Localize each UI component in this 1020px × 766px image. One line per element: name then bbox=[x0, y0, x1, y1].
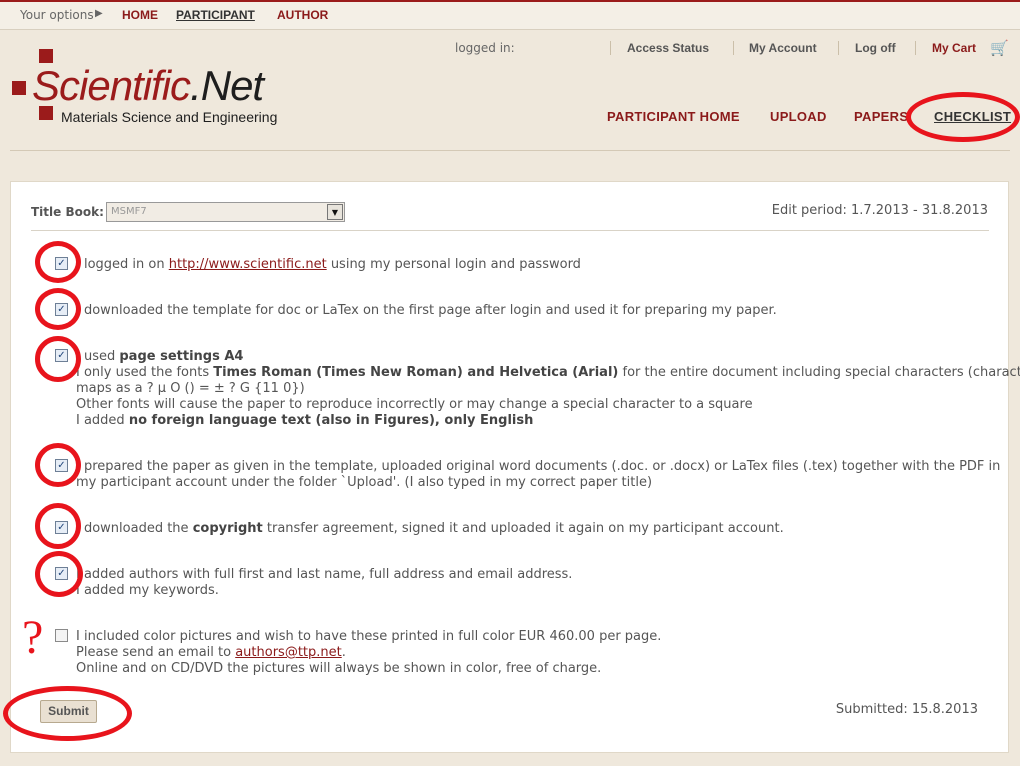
scientific-net-link[interactable]: http://www.scientific.net bbox=[169, 257, 327, 272]
checklist-item-page-settings: I used page settings A4 I only used the … bbox=[76, 349, 1020, 428]
annotation-circle-item-4 bbox=[35, 443, 81, 487]
annotation-circle-submit bbox=[3, 686, 132, 741]
checklist-panel: Title Book: MSMF7 ▼ Edit period: 1.7.201… bbox=[10, 181, 1020, 753]
title-book-label: Title Book: bbox=[31, 205, 104, 219]
top-options-bar: Your options ▶ HOME PARTICIPANT AUTHOR bbox=[0, 0, 1020, 30]
log-off-link[interactable]: Log off bbox=[855, 41, 896, 55]
annotation-circle-item-3 bbox=[35, 336, 81, 382]
your-options-label: Your options bbox=[20, 8, 94, 22]
checklist-item-color-pictures: I included color pictures and wish to ha… bbox=[76, 629, 662, 676]
divider bbox=[838, 41, 839, 55]
logo-subtitle: Materials Science and Engineering bbox=[61, 109, 278, 125]
title-book-value: MSMF7 bbox=[111, 206, 147, 217]
chevron-down-icon[interactable]: ▼ bbox=[327, 204, 343, 220]
checklist-item-copyright: I downloaded the copyright transfer agre… bbox=[76, 521, 784, 536]
annotation-circle-checklist bbox=[906, 92, 1020, 142]
divider bbox=[610, 41, 611, 55]
divider bbox=[733, 41, 734, 55]
checkbox-color-pictures[interactable] bbox=[55, 629, 68, 642]
triangle-right-icon: ▶ bbox=[95, 8, 103, 19]
header-divider bbox=[10, 150, 1010, 151]
edit-period: Edit period: 1.7.2013 - 31.8.2013 bbox=[771, 203, 988, 218]
submitted-date: Submitted: 15.8.2013 bbox=[835, 702, 978, 717]
annotation-circle-item-5 bbox=[35, 503, 81, 549]
nav-participant-home[interactable]: PARTICIPANT HOME bbox=[607, 109, 740, 124]
my-cart-link[interactable]: My Cart bbox=[932, 41, 976, 55]
top-nav-participant[interactable]: PARTICIPANT bbox=[176, 8, 255, 22]
annotation-question-mark: ? bbox=[22, 611, 44, 664]
top-nav-author[interactable]: AUTHOR bbox=[277, 8, 328, 22]
authors-email-link[interactable]: authors@ttp.net bbox=[235, 645, 342, 660]
logo-square-top bbox=[39, 49, 53, 63]
checklist-item-prepared-paper: I prepared the paper as given in the tem… bbox=[76, 459, 1001, 490]
access-status-link[interactable]: Access Status bbox=[627, 41, 709, 55]
checklist-item-template: I downloaded the template for doc or LaT… bbox=[76, 303, 777, 318]
cart-icon[interactable]: 🛒 bbox=[990, 39, 1009, 57]
my-account-link[interactable]: My Account bbox=[749, 41, 817, 55]
annotation-circle-item-2 bbox=[35, 288, 81, 330]
divider bbox=[31, 230, 989, 231]
logo-wordmark: Scientific.Net bbox=[32, 62, 264, 109]
checklist-item-login: I logged in on http://www.scientific.net… bbox=[76, 257, 581, 272]
nav-upload[interactable]: UPLOAD bbox=[770, 109, 827, 124]
site-header: Scientific.Net Materials Science and Eng… bbox=[0, 30, 1020, 151]
annotation-circle-item-1 bbox=[35, 241, 81, 283]
annotation-circle-item-6 bbox=[35, 551, 83, 597]
top-nav-home[interactable]: HOME bbox=[122, 8, 158, 22]
title-book-select[interactable]: MSMF7 ▼ bbox=[106, 202, 345, 222]
logo-square-left bbox=[12, 81, 26, 95]
nav-papers[interactable]: PAPERS bbox=[854, 109, 908, 124]
divider bbox=[915, 41, 916, 55]
logged-in-label: logged in: bbox=[455, 41, 515, 55]
checklist-item-authors: I added authors with full first and last… bbox=[76, 567, 573, 598]
